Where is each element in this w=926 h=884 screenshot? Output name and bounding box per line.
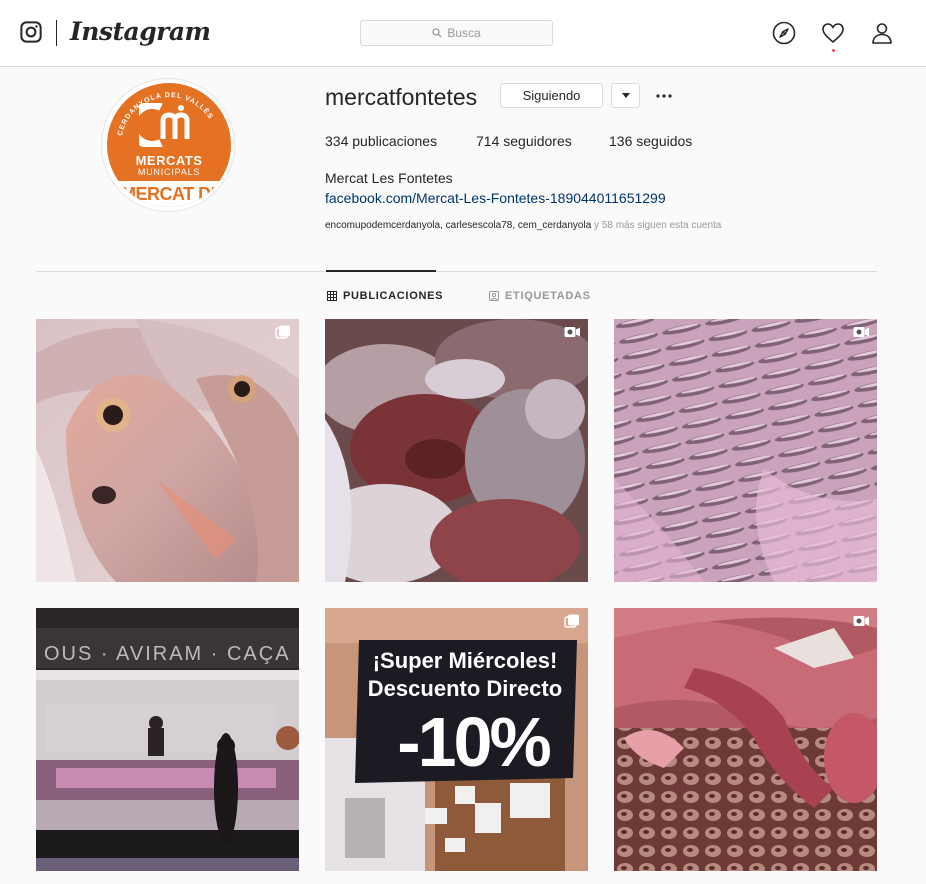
followers-count[interactable]: 714 seguidores — [476, 133, 609, 149]
post-tile[interactable]: ¡Super Miércoles! Descuento Directo -10% — [325, 608, 588, 871]
search-icon — [432, 28, 442, 38]
video-icon — [853, 325, 869, 339]
market-logo-icon — [139, 103, 190, 147]
tab-posts[interactable]: PUBLICACIONES — [327, 290, 443, 302]
post-tile[interactable] — [36, 319, 299, 582]
stall-sign-text: OUS · AVIRAM · CAÇA — [44, 643, 291, 665]
top-nav-bar: Instagram Busca — [0, 0, 926, 67]
post-photo-fish — [36, 319, 299, 582]
post-photo-squid — [325, 319, 588, 582]
active-tab-indicator — [326, 270, 436, 272]
post-tile[interactable] — [614, 319, 877, 582]
avatar-line2: MUNICIPALS — [137, 167, 201, 177]
options-more-icon[interactable] — [654, 85, 674, 105]
activity-heart-icon[interactable] — [821, 21, 845, 45]
search-input[interactable]: Busca — [360, 20, 553, 46]
header-divider — [56, 20, 57, 46]
followed-by-names: encomupodemcerdanyola, carlesescola78, c… — [325, 220, 592, 231]
avatar-logo: CERDANYOLA DEL VALLÈS MERCATS MUNICIPALS… — [107, 83, 231, 207]
profile-user-icon[interactable] — [870, 21, 894, 45]
profile-username: mercatfontetes — [325, 84, 478, 110]
post-tile[interactable]: OUS · AVIRAM · CAÇA — [36, 608, 299, 871]
profile-stats: 334 publicaciones 714 seguidores 136 seg… — [325, 133, 692, 149]
instagram-wordmark[interactable]: Instagram — [70, 17, 211, 46]
posts-count: 334 publicaciones — [325, 133, 438, 149]
following-count[interactable]: 136 seguidos — [609, 133, 692, 149]
profile-external-link[interactable]: facebook.com/Mercat-Les-Fontetes-1890440… — [325, 190, 666, 206]
post-photo-sign: ¡Super Miércoles! Descuento Directo -10% — [325, 608, 588, 871]
following-button[interactable]: Siguiendo — [500, 83, 603, 108]
followed-by-rest: y 58 más siguen esta cuenta — [591, 220, 722, 231]
notification-dot — [832, 49, 835, 52]
post-photo-anchovies — [614, 319, 877, 582]
caret-down-icon — [621, 93, 630, 98]
post-photo-lobsters — [614, 608, 877, 871]
avatar-band: MERCAT DE — [107, 181, 231, 207]
grid-icon — [327, 291, 337, 301]
post-tile[interactable] — [614, 608, 877, 871]
followed-by[interactable]: encomupodemcerdanyola, carlesescola78, c… — [325, 220, 721, 231]
video-icon — [853, 614, 869, 628]
post-photo-market-stall: OUS · AVIRAM · CAÇA — [36, 608, 299, 871]
explore-compass-icon[interactable] — [772, 21, 796, 45]
search-placeholder: Busca — [447, 26, 481, 40]
video-icon — [564, 325, 580, 339]
sign-discount: -10% — [397, 703, 550, 781]
suggestions-dropdown-button[interactable] — [611, 83, 640, 108]
avatar-line1: MERCATS — [135, 153, 203, 168]
carousel-icon — [275, 325, 291, 339]
tagged-icon — [489, 291, 499, 301]
post-tile[interactable] — [325, 319, 588, 582]
profile-avatar[interactable]: CERDANYOLA DEL VALLÈS MERCATS MUNICIPALS… — [101, 78, 235, 212]
tabs-divider — [36, 271, 877, 272]
sign-line2: Descuento Directo — [368, 676, 562, 701]
tab-tagged[interactable]: ETIQUETADAS — [489, 290, 591, 302]
carousel-icon — [564, 614, 580, 628]
profile-full-name: Mercat Les Fontetes — [325, 170, 453, 186]
sign-line1: ¡Super Miércoles! — [373, 648, 558, 673]
instagram-logo-icon[interactable] — [20, 21, 42, 43]
